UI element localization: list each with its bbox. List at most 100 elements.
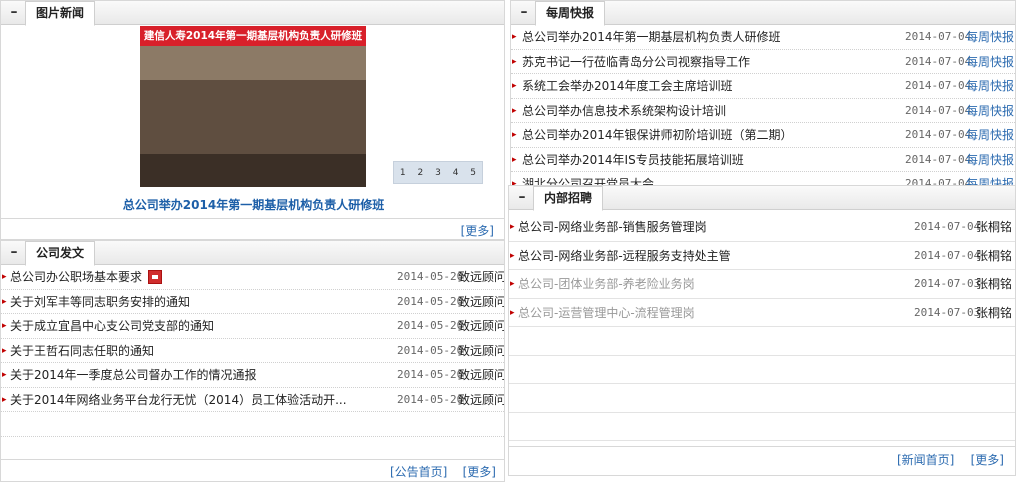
doc-source: 致远顾问 [458,294,505,309]
doc-title[interactable]: 关于2014年网络业务平台龙行无忧（2014）员工体验活动开... [10,388,347,412]
job-row[interactable]: ▸ 总公司-网络业务部-远程服务支持处主管 2014-07-04 张桐铭 [509,242,1015,270]
more-link[interactable]: [更多] [463,463,496,480]
weekly-title[interactable]: 总公司举办2014年银保讲师初阶培训班（第二期） [522,123,793,147]
page-1[interactable]: 1 [400,168,406,178]
weekly-source[interactable]: 每周快报 [966,148,1014,172]
doc-row[interactable]: ▸ 关于王哲石同志任职的通知 2014-05-20 致远顾问 [1,339,505,363]
weekly-title[interactable]: 总公司举办2014年第一期基层机构负责人研修班 [522,25,781,49]
job-date: 2014-07-03 [914,305,981,319]
job-row[interactable]: ▸ 总公司-团体业务部-养老险业务岗 2014-07-03 张桐铭 [509,270,1015,299]
job-row[interactable]: ▸ 总公司-网络业务部-销售服务管理岗 2014-07-04 张桐铭 [509,213,1015,242]
job-title[interactable]: 总公司-团体业务部-养老险业务岗 [518,270,695,298]
photo-news-footer: [更多] [1,218,504,239]
job-poster: 张桐铭 [976,220,1013,234]
weekly-source[interactable]: 每周快报 [966,123,1014,147]
bullet-icon: ▸ [512,32,517,42]
panel-title[interactable]: 每周快报 [535,1,606,26]
job-row[interactable]: ▸ 总公司-运营管理中心-流程管理岗 2014-07-03 张桐铭 [509,299,1015,327]
page-4[interactable]: 4 [453,168,459,178]
weekly-source[interactable]: 每周快报 [966,172,1014,185]
empty-row [1,412,504,437]
doc-row[interactable]: ▸ 关于2014年网络业务平台龙行无忧（2014）员工体验活动开... 2014… [1,388,505,412]
bullet-icon: ▸ [510,279,515,289]
collapse-icon[interactable]: – [511,1,537,25]
doc-row[interactable]: ▸ 关于2014年一季度总公司督办工作的情况通报 2014-05-20 致远顾问 [1,363,504,388]
group-photo-image [140,46,366,187]
bullet-icon: ▸ [2,370,7,380]
recruit-footer: [新闻首页] [更多] [509,446,1015,468]
job-title[interactable]: 总公司-网络业务部-销售服务管理岗 [518,213,707,241]
doc-source: 致远顾问 [458,392,505,407]
weekly-row[interactable]: ▸ 总公司举办2014年银保讲师初阶培训班（第二期） 2014-07-04 每周… [511,123,1015,148]
doc-row[interactable]: ▸ 总公司办公职场基本要求 2014-05-20 致远顾问 [1,265,504,290]
collapse-icon[interactable]: – [509,186,535,210]
recruit-panel: – 内部招聘 ▸ 总公司-网络业务部-销售服务管理岗 2014-07-04 张桐… [508,185,1016,476]
weekly-title[interactable]: 总公司举办2014年IS专员技能拓展培训班 [522,148,744,172]
doc-title[interactable]: 关于刘军丰等同志职务安排的通知 [10,290,190,314]
weekly-row[interactable]: ▸ 总公司举办2014年IS专员技能拓展培训班 2014-07-04 每周快报 [511,148,1015,172]
weekly-date: 2014-07-04 [905,54,972,68]
weekly-row[interactable]: ▸ 湖北分公司召开党员大会 2014-07-04 每周快报 [511,172,1015,186]
collapse-icon[interactable]: – [1,1,27,25]
weekly-news-panel: – 每周快报 ▸ 总公司举办2014年第一期基层机构负责人研修班 2014-07… [510,0,1016,186]
empty-row [509,356,1015,384]
page-3[interactable]: 3 [435,168,441,178]
weekly-list: ▸ 总公司举办2014年第一期基层机构负责人研修班 2014-07-04 每周快… [511,25,1015,186]
photo-banner: 建信人寿2014年第一期基层机构负责人研修班 [140,26,366,46]
panel-title[interactable]: 公司发文 [25,241,96,266]
weekly-title[interactable]: 系统工会举办2014年度工会主席培训班 [522,74,733,98]
weekly-date: 2014-07-04 [905,128,972,141]
news-home-link[interactable]: [新闻首页] [897,451,954,468]
notice-home-link[interactable]: [公告首页] [390,463,447,480]
weekly-title[interactable]: 湖北分公司召开党员大会 [522,172,654,185]
weekly-date: 2014-07-04 [905,177,972,186]
doc-list: ▸ 总公司办公职场基本要求 2014-05-20 致远顾问 ▸ 关于刘军丰等同志… [1,265,504,437]
doc-date: 2014-05-20 [397,343,464,357]
doc-source: 致远顾问 [458,343,505,358]
more-link[interactable]: [更多] [461,222,494,239]
bullet-icon: ▸ [2,272,7,282]
doc-row[interactable]: ▸ 关于刘军丰等同志职务安排的通知 2014-05-20 致远顾问 [1,290,505,314]
collapse-icon[interactable]: – [1,241,27,265]
weekly-title[interactable]: 总公司举办信息技术系统架构设计培训 [522,99,726,123]
weekly-source[interactable]: 每周快报 [966,50,1014,74]
doc-date: 2014-05-20 [397,392,464,406]
job-title[interactable]: 总公司-运营管理中心-流程管理岗 [518,299,695,327]
weekly-source[interactable]: 每周快报 [966,99,1014,123]
weekly-source[interactable]: 每周快报 [966,74,1014,98]
weekly-news-header: – 每周快报 [511,1,1015,26]
photo-caption[interactable]: 总公司举办2014年第一期基层机构负责人研修班 [101,196,406,213]
page-5[interactable]: 5 [470,168,476,178]
weekly-source[interactable]: 每周快报 [966,25,1014,49]
empty-row [509,384,1015,413]
job-title[interactable]: 总公司-网络业务部-远程服务支持处主管 [518,242,731,270]
doc-source: 致远顾问 [458,368,505,382]
weekly-row[interactable]: ▸ 苏克书记一行莅临青岛分公司视察指导工作 2014-07-04 每周快报 [511,50,1015,74]
weekly-title[interactable]: 苏克书记一行莅临青岛分公司视察指导工作 [522,50,750,74]
bullet-icon: ▸ [510,307,515,318]
recruit-list: ▸ 总公司-网络业务部-销售服务管理岗 2014-07-04 张桐铭 ▸ 总公司… [509,213,1015,441]
doc-title[interactable]: 关于2014年一季度总公司督办工作的情况通报 [10,363,257,387]
weekly-date: 2014-07-04 [905,30,972,43]
doc-date: 2014-05-20 [397,319,464,332]
doc-title[interactable]: 关于王哲石同志任职的通知 [10,339,154,363]
more-link[interactable]: [更多] [971,451,1004,468]
weekly-row[interactable]: ▸ 总公司举办信息技术系统架构设计培训 2014-07-04 每周快报 [511,99,1015,123]
panel-title[interactable]: 内部招聘 [533,186,604,211]
company-docs-footer: [公告首页] [更多] [1,459,504,481]
doc-title[interactable]: 关于成立宜昌中心支公司党支部的通知 [10,314,214,338]
weekly-date: 2014-07-04 [905,152,972,166]
doc-title[interactable]: 总公司办公职场基本要求 [10,265,163,289]
bullet-icon: ▸ [512,154,517,165]
empty-row [509,413,1015,441]
company-docs-header: – 公司发文 [1,241,504,266]
weekly-row[interactable]: ▸ 系统工会举办2014年度工会主席培训班 2014-07-04 每周快报 [511,74,1015,99]
panel-title[interactable]: 图片新闻 [25,1,96,26]
bullet-icon: ▸ [2,296,7,307]
job-date: 2014-07-04 [914,220,981,233]
weekly-row[interactable]: ▸ 总公司举办2014年第一期基层机构负责人研修班 2014-07-04 每周快… [511,25,1015,50]
page-2[interactable]: 2 [418,168,424,178]
photo-pager: 1 2 3 4 5 [393,161,483,184]
doc-row[interactable]: ▸ 关于成立宜昌中心支公司党支部的通知 2014-05-20 致远顾问 [1,314,504,339]
news-photo[interactable]: 建信人寿2014年第一期基层机构负责人研修班 [140,26,366,187]
